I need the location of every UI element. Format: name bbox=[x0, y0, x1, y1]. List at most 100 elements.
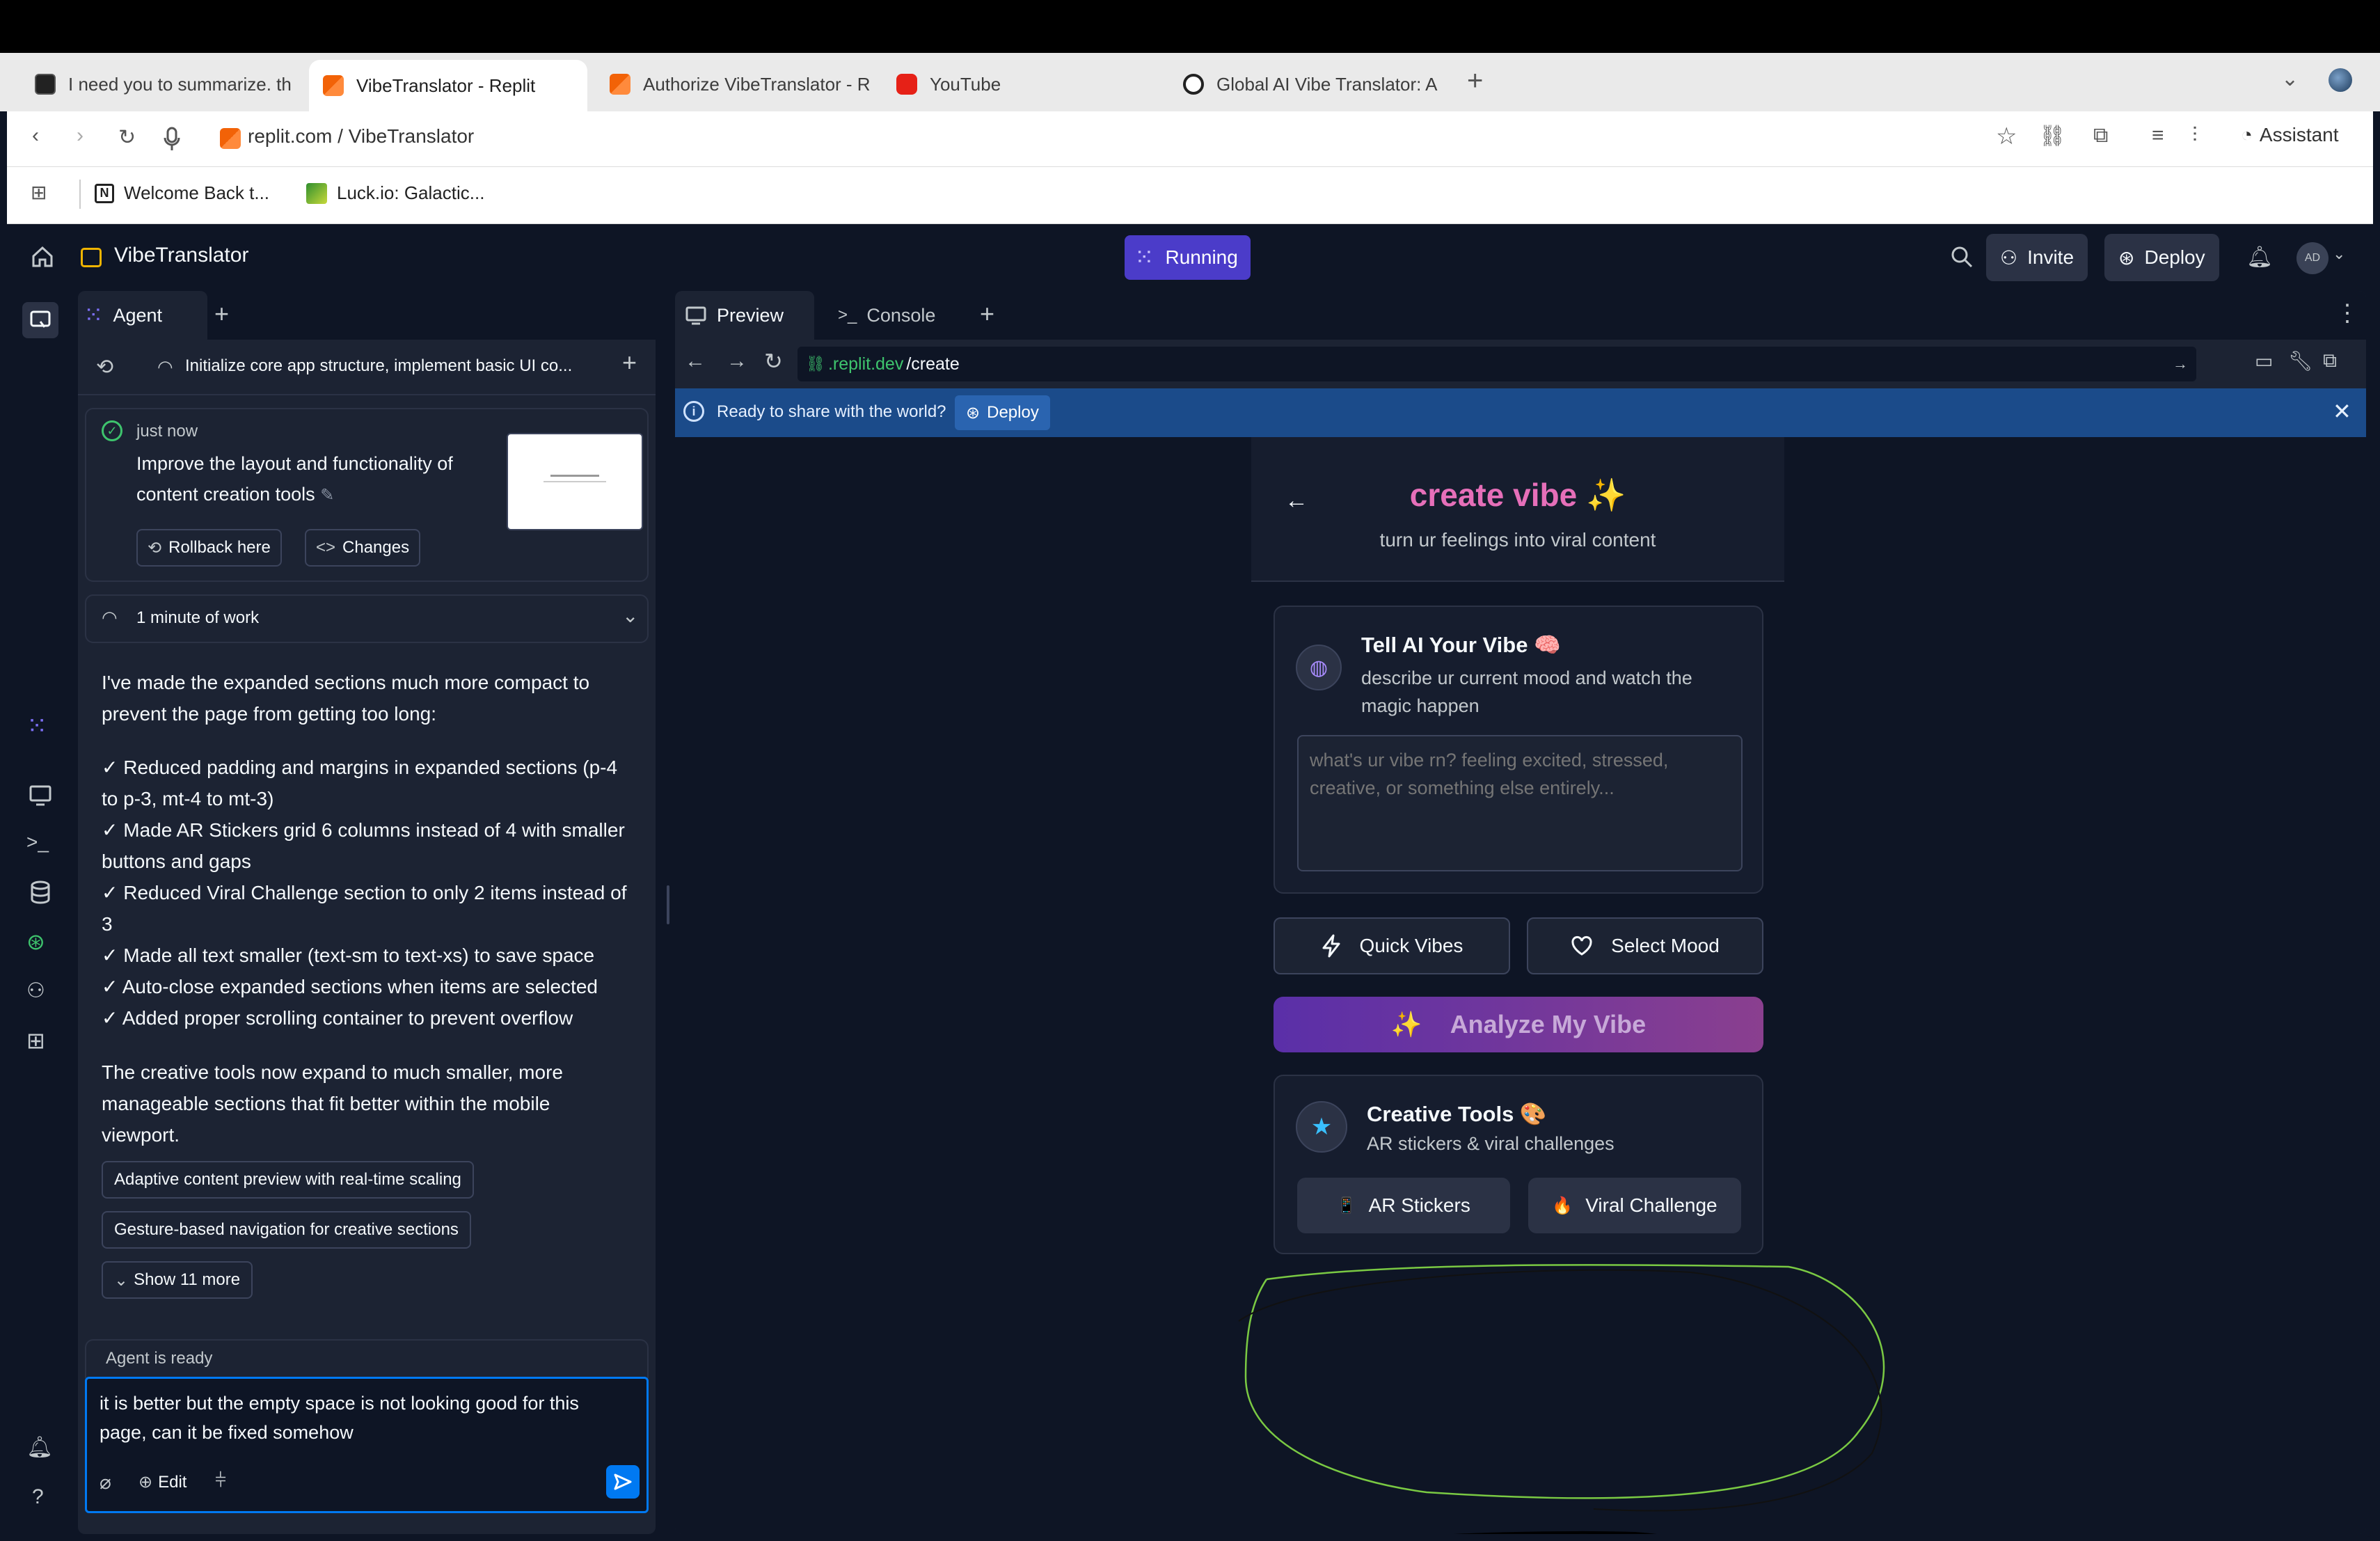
devices-icon[interactable]: ▭ bbox=[2255, 349, 2273, 372]
agent-icon: ⁙ bbox=[1134, 244, 1155, 271]
deploy-icon: ⊛ bbox=[966, 403, 981, 422]
bookmark-star-icon[interactable]: ☆ bbox=[1996, 123, 2017, 150]
tab-list-chevron-icon[interactable]: ⌄ bbox=[2281, 67, 2299, 91]
tab-agent[interactable]: ⁙ Agent bbox=[78, 291, 207, 340]
add-tab-icon[interactable]: + bbox=[214, 299, 229, 329]
back-icon[interactable]: ← bbox=[685, 349, 706, 373]
browser-tab[interactable]: YouTube bbox=[882, 61, 1161, 107]
work-summary[interactable]: ◠ 1 minute of work ⌄ bbox=[85, 594, 649, 643]
wrench-icon[interactable]: 🔧︎ bbox=[2288, 349, 2313, 372]
more-vertical-icon[interactable]: ⋮ bbox=[2335, 299, 2359, 327]
all-tools-icon[interactable]: ⊞ bbox=[26, 1027, 54, 1055]
quick-vibes-button[interactable]: Quick Vibes bbox=[1274, 917, 1510, 974]
preview-icon[interactable] bbox=[26, 781, 54, 809]
checkpoint-thumbnail[interactable] bbox=[507, 433, 643, 530]
list-item: ✓ Added proper scrolling container to pr… bbox=[102, 1007, 573, 1029]
back-icon[interactable]: ‹ bbox=[32, 124, 39, 148]
notifications-icon[interactable]: 🔔︎ bbox=[26, 1435, 54, 1463]
checkpoint-title-row: ⟲ ◠ Initialize core app structure, imple… bbox=[78, 340, 656, 395]
history-icon[interactable]: ⟲ bbox=[96, 355, 113, 379]
bookmark-item[interactable]: Luck.io: Galactic... bbox=[306, 182, 484, 204]
help-icon[interactable]: ? bbox=[32, 1485, 60, 1513]
reload-icon[interactable]: ↻ bbox=[118, 125, 136, 150]
preview-url-input[interactable]: ⛓ .replit.dev /create → bbox=[798, 347, 2196, 381]
agent-input[interactable]: it is better but the empty space is not … bbox=[100, 1389, 628, 1447]
chevron-down-icon[interactable]: ⌄ bbox=[2333, 245, 2345, 263]
database-icon[interactable] bbox=[26, 878, 54, 906]
edit-mode-icon: ⊕ bbox=[138, 1473, 153, 1492]
select-mood-button[interactable]: Select Mood bbox=[1527, 917, 1763, 974]
browser-tab-active[interactable]: VibeTranslator - Replit bbox=[309, 60, 587, 111]
audio-icon[interactable]: ⫶ bbox=[2192, 124, 2198, 148]
banner-deploy-button[interactable]: ⊛ Deploy bbox=[955, 395, 1050, 430]
rollback-button[interactable]: ⟲ Rollback here bbox=[136, 529, 282, 567]
analyze-vibe-button[interactable]: ✨ Analyze My Vibe bbox=[1274, 997, 1763, 1052]
show-more-button[interactable]: ⌄ Show 11 more bbox=[102, 1261, 253, 1299]
viral-challenge-button[interactable]: 🔥 Viral Challenge bbox=[1528, 1178, 1741, 1233]
menu-lines-icon[interactable]: ≡ bbox=[2152, 124, 2164, 148]
browser-tab[interactable]: I need you to summarize. th bbox=[21, 61, 299, 107]
replit-icon bbox=[610, 74, 630, 95]
profile-icon[interactable] bbox=[2329, 68, 2352, 92]
bookmark-item[interactable]: N Welcome Back t... bbox=[95, 182, 269, 204]
home-icon[interactable] bbox=[31, 245, 54, 269]
browser-address-bar: ‹ › ↻ replit.com / VibeTranslator ☆ ⛓ ⧉ … bbox=[7, 111, 2373, 167]
console-icon[interactable]: >_ bbox=[26, 831, 54, 859]
agent-message-outro: The creative tools now expand to much sm… bbox=[102, 1061, 563, 1146]
agent-icon: ⁙ bbox=[84, 302, 104, 329]
invite-button[interactable]: ⚇ Invite bbox=[1986, 234, 2088, 281]
deploy-button[interactable]: ⊛ Deploy bbox=[2104, 234, 2219, 281]
apps-grid-icon[interactable]: ⊞ bbox=[31, 181, 47, 204]
search-icon[interactable] bbox=[1950, 245, 1974, 269]
send-button[interactable] bbox=[606, 1465, 640, 1499]
project-name[interactable]: VibeTranslator bbox=[114, 244, 248, 267]
agent-icon[interactable]: ⁙ bbox=[26, 711, 54, 740]
browser-tab[interactable]: Authorize VibeTranslator - R bbox=[596, 61, 874, 107]
reload-icon[interactable]: ↻ bbox=[764, 348, 783, 374]
chevron-down-icon: ⌄ bbox=[114, 1270, 129, 1290]
bell-icon[interactable]: 🔔︎ bbox=[2246, 245, 2273, 269]
suggestion-chip[interactable]: Gesture-based navigation for creative se… bbox=[102, 1211, 471, 1249]
panel-resize-handle[interactable] bbox=[667, 885, 669, 924]
forward-icon[interactable]: → bbox=[727, 349, 747, 373]
assistant-button[interactable]: ◔ Assistant bbox=[2241, 124, 2339, 146]
url-text[interactable]: replit.com / VibeTranslator bbox=[248, 125, 474, 148]
tab-console[interactable]: >_ Console bbox=[828, 291, 935, 340]
external-link-icon[interactable]: ⧉ bbox=[2323, 349, 2337, 372]
agent-message-intro: I've made the expanded sections much mor… bbox=[102, 672, 590, 725]
paperclip-icon[interactable]: ⌀ bbox=[100, 1471, 111, 1494]
mic-icon[interactable] bbox=[163, 127, 181, 152]
link-icon[interactable]: ⛓ bbox=[2039, 124, 2065, 148]
agent-input-box[interactable]: it is better but the empty space is not … bbox=[85, 1377, 649, 1513]
edit-button[interactable]: ⊕ Edit bbox=[138, 1472, 187, 1492]
add-tab-icon[interactable]: + bbox=[980, 299, 994, 329]
close-icon[interactable]: ✕ bbox=[2333, 398, 2351, 425]
suggestion-chip[interactable]: Adaptive content preview with real-time … bbox=[102, 1161, 474, 1199]
users-icon[interactable]: ⚇ bbox=[26, 979, 54, 1006]
new-tab-icon[interactable]: + bbox=[1467, 65, 1483, 97]
agent-panel: ⁙ Agent + ⟲ ◠ Initialize core app struct… bbox=[78, 291, 656, 1534]
checkpoint-title[interactable]: Initialize core app structure, implement… bbox=[185, 356, 572, 376]
list-item: ✓ Made all text smaller (text-sm to text… bbox=[102, 945, 595, 966]
phone-icon: 📱 bbox=[1337, 1196, 1356, 1214]
deployments-icon[interactable]: ⊛ bbox=[26, 928, 54, 956]
assistant-icon: ◔ bbox=[2241, 124, 2253, 145]
star-icon: ★ bbox=[1296, 1101, 1347, 1153]
avatar[interactable]: AD bbox=[2296, 242, 2329, 274]
new-chat-icon[interactable]: + bbox=[622, 348, 637, 377]
list-item: ✓ Auto-close expanded sections when item… bbox=[102, 976, 598, 997]
go-arrow-icon[interactable]: → bbox=[2173, 355, 2188, 373]
forward-icon[interactable]: › bbox=[77, 124, 84, 148]
tab-preview[interactable]: Preview bbox=[675, 291, 814, 340]
settings-sliders-icon[interactable]: ⫩ bbox=[215, 1469, 226, 1492]
gauge-icon: ◠ bbox=[157, 356, 173, 377]
changes-button[interactable]: <> Changes bbox=[305, 529, 421, 567]
vibe-textarea[interactable] bbox=[1297, 735, 1743, 871]
browser-tab[interactable]: Global AI Vibe Translator: A bbox=[1169, 61, 1447, 107]
ar-stickers-button[interactable]: 📱 AR Stickers bbox=[1297, 1178, 1510, 1233]
pencil-icon[interactable]: ✎ bbox=[320, 486, 334, 505]
run-status-button[interactable]: ⁙ Running bbox=[1125, 235, 1251, 280]
tools-icon[interactable] bbox=[22, 302, 58, 338]
extensions-icon[interactable]: ⧉ bbox=[2093, 124, 2108, 148]
check-circle-icon: ✓ bbox=[102, 420, 122, 441]
